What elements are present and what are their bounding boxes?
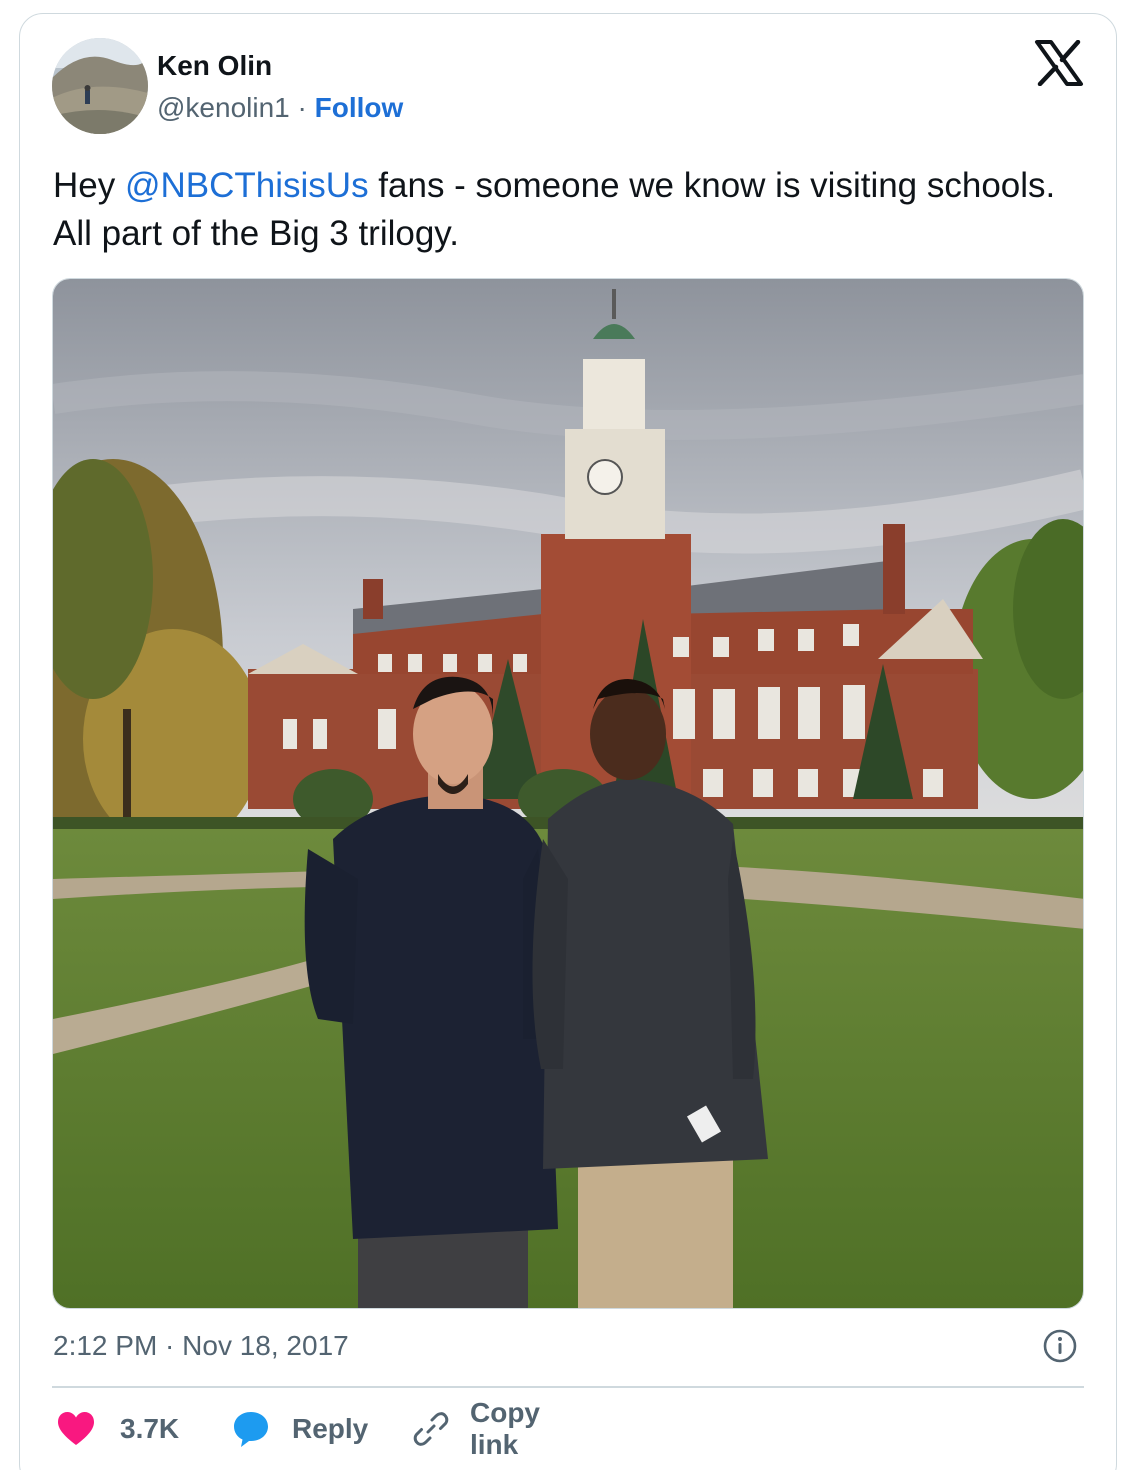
link-icon (412, 1410, 450, 1448)
author-handle[interactable]: @kenolin1 (157, 92, 290, 123)
mention-link[interactable]: @NBCThisisUs (125, 166, 369, 205)
like-button[interactable]: 3.7K (56, 1404, 179, 1454)
actions-divider (52, 1386, 1084, 1388)
author-handle-row: @kenolin1 · Follow (157, 90, 403, 126)
info-icon[interactable] (1042, 1328, 1078, 1364)
like-count: 3.7K (120, 1413, 180, 1444)
tweet-text-start: Hey (53, 166, 125, 205)
tweet-photo[interactable] (52, 278, 1084, 1309)
tweet-text: Hey @NBCThisisUs fans - someone we know … (53, 162, 1073, 258)
tweet-timestamp[interactable]: 2:12 PM · Nov 18, 2017 (53, 1326, 349, 1366)
copy-link-label: Copy link (470, 1397, 540, 1460)
follow-button[interactable]: Follow (315, 92, 404, 123)
reply-button[interactable]: Reply (232, 1404, 368, 1454)
author-name[interactable]: Ken Olin (157, 48, 272, 84)
copy-link-button[interactable]: Copy link (412, 1397, 540, 1460)
reply-bubble-icon (232, 1410, 270, 1448)
heart-icon (56, 1411, 96, 1447)
x-logo-icon[interactable] (1034, 39, 1084, 87)
handle-separator: · (297, 92, 307, 123)
reply-label: Reply (292, 1413, 369, 1444)
author-avatar[interactable] (52, 38, 148, 134)
